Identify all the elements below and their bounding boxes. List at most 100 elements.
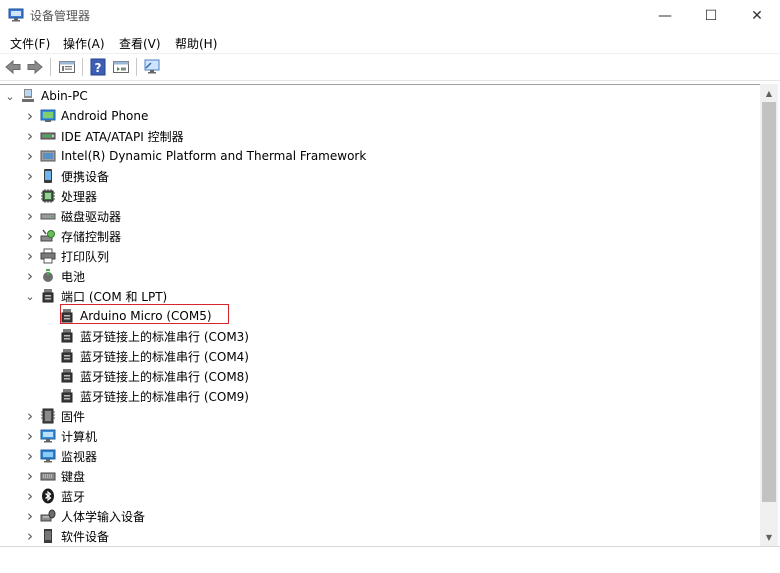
chevron-right-icon[interactable]: ›: [24, 146, 36, 166]
tree-item-label: 蓝牙: [61, 489, 86, 504]
maximize-button[interactable]: ☐: [688, 0, 734, 31]
tree-item-label: 人体学输入设备: [61, 509, 146, 524]
svg-text:?: ?: [95, 61, 102, 75]
tree-item[interactable]: ⌄ 端口 (COM 和 LPT): [24, 286, 167, 306]
tree-item-label: 监视器: [61, 449, 98, 464]
tree-item[interactable]: › 便携设备: [24, 166, 109, 186]
close-button[interactable]: ✕: [734, 0, 780, 31]
computer-icon: [40, 428, 56, 444]
software-device-icon: [40, 528, 56, 544]
menu-file[interactable]: 文件(F): [10, 35, 50, 52]
tree-item[interactable]: › 磁盘驱动器: [24, 206, 121, 226]
window-title: 设备管理器: [30, 9, 91, 23]
tree-child-item[interactable]: 蓝牙链接上的标准串行 (COM3): [43, 326, 249, 346]
tree-child-item[interactable]: 蓝牙链接上的标准串行 (COM9): [43, 386, 249, 406]
tree-item-label: 打印队列: [61, 249, 110, 264]
tree-item-label: 处理器: [61, 189, 98, 204]
scrollbar-thumb[interactable]: [762, 102, 776, 502]
tree-item[interactable]: › IDE ATA/ATAPI 控制器: [24, 126, 184, 146]
tree-item-label: 键盘: [61, 469, 86, 484]
properties-icon[interactable]: [57, 57, 77, 77]
chevron-right-icon[interactable]: ›: [24, 506, 36, 526]
menu-action[interactable]: 操作(A): [63, 35, 105, 52]
tree-item[interactable]: › 固件: [24, 406, 85, 426]
port-icon: [59, 368, 75, 384]
toolbar-separator: [82, 58, 83, 76]
menu-view[interactable]: 查看(V): [119, 35, 161, 52]
tree-item-label: 便携设备: [61, 169, 110, 184]
computer-root-icon: [20, 88, 36, 104]
disk-drive-icon: [40, 208, 56, 224]
status-bar: [0, 546, 780, 573]
processor-icon: [40, 188, 56, 204]
battery-icon: [40, 268, 56, 284]
tree-item[interactable]: › Android Phone: [24, 106, 148, 126]
tree-child-item[interactable]: 蓝牙链接上的标准串行 (COM8): [43, 366, 249, 386]
intel-framework-icon: [40, 148, 56, 164]
tree-item[interactable]: › 打印队列: [24, 246, 109, 266]
tree-item-label: 电池: [61, 269, 86, 284]
chevron-right-icon[interactable]: ›: [24, 446, 36, 466]
firmware-icon: [40, 408, 56, 424]
tree-item-label: 蓝牙链接上的标准串行 (COM4): [80, 349, 249, 364]
view-icon[interactable]: [111, 57, 131, 77]
tree-item[interactable]: › 键盘: [24, 466, 85, 486]
tree-item-label: 计算机: [61, 429, 98, 444]
title-bar: 设备管理器 — ☐ ✕: [0, 0, 780, 31]
portable-device-icon: [40, 168, 56, 184]
tree-root[interactable]: ⌄ Abin-PC: [4, 86, 88, 106]
vertical-scrollbar[interactable]: ▲ ▼: [760, 84, 778, 546]
android-phone-icon: [40, 108, 56, 124]
ide-controller-icon: [40, 128, 56, 144]
tree-item[interactable]: › 存储控制器: [24, 226, 121, 246]
tree-child-item[interactable]: 蓝牙链接上的标准串行 (COM4): [43, 346, 249, 366]
chevron-down-icon[interactable]: ⌄: [4, 86, 16, 106]
chevron-right-icon[interactable]: ›: [24, 486, 36, 506]
chevron-down-icon[interactable]: ⌄: [24, 286, 36, 306]
chevron-right-icon[interactable]: ›: [24, 206, 36, 226]
tree-item-label: 固件: [61, 409, 86, 424]
minimize-icon: —: [658, 7, 672, 24]
tree-item-label: 存储控制器: [61, 229, 122, 244]
tree-item[interactable]: › 软件设备: [24, 526, 109, 546]
chevron-right-icon[interactable]: ›: [24, 426, 36, 446]
help-icon[interactable]: ?: [88, 57, 108, 77]
tree-item[interactable]: › 电池: [24, 266, 85, 286]
tree-item-label: Android Phone: [61, 109, 149, 123]
tree-item[interactable]: › Intel(R) Dynamic Platform and Thermal F…: [24, 146, 366, 166]
back-arrow-icon[interactable]: [3, 57, 23, 77]
forward-arrow-icon[interactable]: [25, 57, 45, 77]
tree-item-label: IDE ATA/ATAPI 控制器: [61, 129, 184, 144]
scroll-down-icon[interactable]: ▼: [760, 529, 778, 545]
tree-item-label: 端口 (COM 和 LPT): [61, 289, 168, 304]
tree-item[interactable]: › 人体学输入设备: [24, 506, 145, 526]
port-icon: [40, 288, 56, 304]
toolbar-separator: [50, 58, 51, 76]
scan-monitor-icon[interactable]: [142, 57, 162, 77]
scroll-up-icon[interactable]: ▲: [760, 85, 778, 101]
chevron-right-icon[interactable]: ›: [24, 166, 36, 186]
menu-help[interactable]: 帮助(H): [175, 35, 217, 52]
minimize-button[interactable]: —: [642, 0, 688, 31]
chevron-right-icon[interactable]: ›: [24, 106, 36, 126]
chevron-right-icon[interactable]: ›: [24, 466, 36, 486]
storage-controller-icon: [40, 228, 56, 244]
chevron-right-icon[interactable]: ›: [24, 526, 36, 546]
menu-bar: 文件(F) 操作(A) 查看(V) 帮助(H): [0, 31, 780, 54]
selection-highlight: [60, 304, 229, 324]
tree-item[interactable]: › 监视器: [24, 446, 97, 466]
tree-item[interactable]: › 计算机: [24, 426, 97, 446]
tree-item[interactable]: › 蓝牙: [24, 486, 85, 506]
tree-item[interactable]: › 处理器: [24, 186, 97, 206]
keyboard-icon: [40, 468, 56, 484]
tree-item-label: 磁盘驱动器: [61, 209, 122, 224]
chevron-right-icon[interactable]: ›: [24, 186, 36, 206]
chevron-right-icon[interactable]: ›: [24, 266, 36, 286]
tree-item-label: Intel(R) Dynamic Platform and Thermal Fr…: [61, 149, 367, 163]
port-icon: [59, 388, 75, 404]
toolbar: ?: [0, 54, 780, 81]
chevron-right-icon[interactable]: ›: [24, 406, 36, 426]
chevron-right-icon[interactable]: ›: [24, 246, 36, 266]
chevron-right-icon[interactable]: ›: [24, 226, 36, 246]
chevron-right-icon[interactable]: ›: [24, 126, 36, 146]
